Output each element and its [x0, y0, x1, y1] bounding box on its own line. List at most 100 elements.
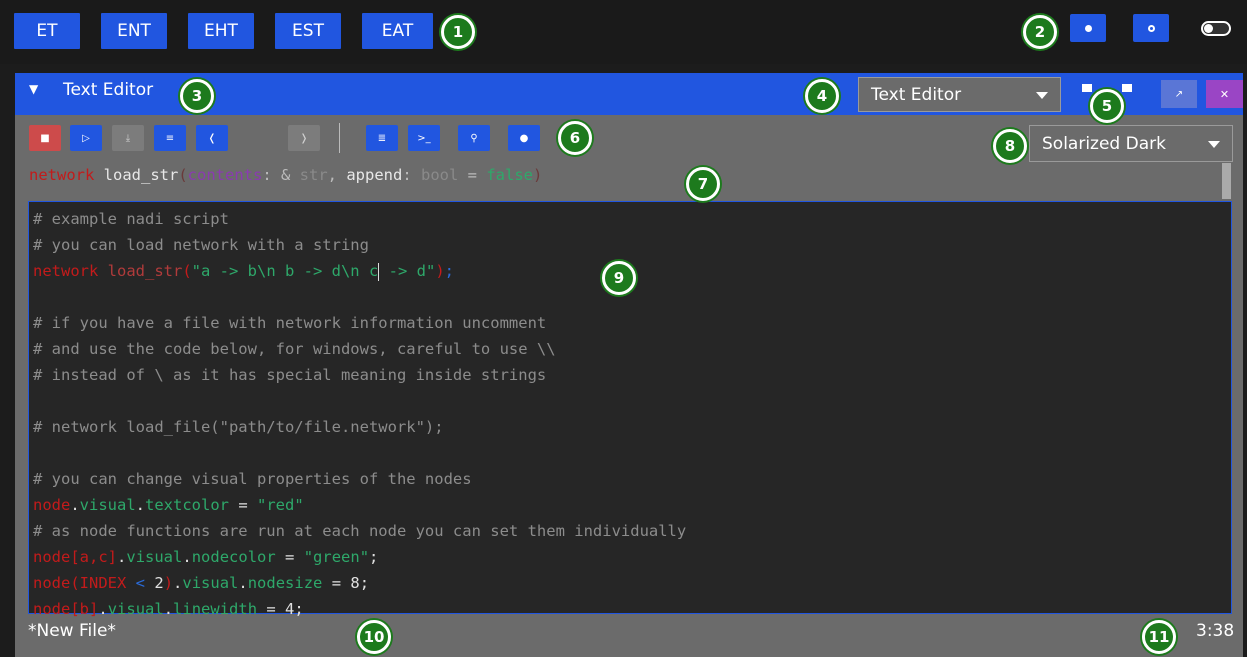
code-editor[interactable]: # example nadi script # you can load net…: [28, 201, 1232, 618]
close-button[interactable]: ✕: [1206, 80, 1243, 108]
tab-ent[interactable]: ENT: [101, 13, 167, 49]
code-token: node: [33, 600, 71, 618]
code-token: .: [238, 574, 248, 592]
code-token: (: [182, 262, 192, 280]
code-line: # example nadi script: [33, 210, 229, 228]
download-button[interactable]: ⤓: [112, 125, 144, 151]
undo-icon: ❬: [207, 132, 217, 144]
panel-type-value: Text Editor: [871, 84, 962, 105]
close-icon: ✕: [1219, 87, 1230, 101]
annotation-marker-6: 6: [558, 121, 592, 155]
code-token: ]: [107, 548, 118, 566]
tab-eat[interactable]: EAT: [362, 13, 433, 49]
code-token: node: [33, 574, 71, 592]
redo-button[interactable]: ❭: [288, 125, 320, 151]
code-token: load_str: [98, 262, 183, 280]
text-editor-panel: ▼ Text Editor Text Editor ↗ ✕ ■ ▷ ⤓ ≡ ❬ …: [15, 73, 1243, 657]
split-left-icon[interactable]: [1082, 84, 1092, 92]
download-icon: ⤓: [125, 132, 131, 144]
top-bar: ET ENT EHT EST EAT: [0, 0, 1247, 64]
code-token: network: [33, 262, 99, 280]
delete-button[interactable]: ■: [29, 125, 61, 151]
annotation-marker-10: 10: [357, 620, 391, 654]
open-icon: ▷: [82, 132, 90, 144]
info-button[interactable]: ●: [508, 125, 540, 151]
toggle-knob: [1204, 24, 1213, 33]
code-token: -> d": [379, 262, 436, 280]
code-line: node[a,c].visual.nodecolor = "green";: [33, 544, 686, 570]
code-token: ;: [359, 574, 370, 592]
maximize-button[interactable]: ↗: [1161, 80, 1197, 108]
panel-title: Text Editor: [63, 80, 154, 100]
tab-eht[interactable]: EHT: [188, 13, 254, 49]
undo-button[interactable]: ❬: [196, 125, 228, 151]
code-token: ): [163, 574, 174, 592]
code-line: node[b].visual.linewidth = 4;: [33, 596, 686, 622]
chevron-down-icon: [1208, 141, 1220, 148]
save-button[interactable]: ≡: [154, 125, 186, 151]
code-token: [: [70, 600, 80, 618]
open-button[interactable]: ▷: [70, 125, 102, 151]
code-line: # network load_file("path/to/file.networ…: [33, 418, 444, 436]
tab-et[interactable]: ET: [14, 13, 80, 49]
code-token: =: [322, 574, 351, 592]
code-token: node: [33, 496, 71, 514]
code-line: # you can change visual properties of th…: [33, 470, 472, 488]
toolbar-divider: [339, 123, 340, 153]
sig-keyword: network: [29, 166, 95, 184]
code-token: ]: [89, 600, 99, 618]
code-line: node.visual.textcolor = "red": [33, 492, 686, 518]
code-token: 8: [350, 574, 360, 592]
code-token: .: [70, 496, 80, 514]
code-token: linewidth: [173, 600, 258, 618]
syntax-theme-select[interactable]: Solarized Dark: [1029, 125, 1233, 162]
signature-scrollbar[interactable]: [1222, 163, 1231, 199]
terminal-icon: >_: [417, 132, 431, 144]
code-token: <: [126, 574, 155, 592]
sig-sep: ,: [327, 166, 347, 184]
annotation-marker-8: 8: [993, 129, 1027, 163]
code-token: "a -> b\n b -> d\n c: [191, 262, 379, 280]
code-line: # instead of \ as it has special meaning…: [33, 366, 547, 384]
sig-sep: :: [402, 166, 421, 184]
split-right-icon[interactable]: [1122, 84, 1132, 92]
code-token: .: [117, 548, 127, 566]
terminal-button[interactable]: >_: [408, 125, 440, 151]
pin-icon[interactable]: ▼: [29, 82, 38, 96]
help-button[interactable]: [1070, 14, 1106, 42]
annotation-marker-2: 2: [1023, 15, 1057, 49]
code-token: (: [70, 574, 80, 592]
code-token: textcolor: [145, 496, 230, 514]
code-token: nodecolor: [191, 548, 276, 566]
code-token: .: [98, 600, 108, 618]
code-token: ;: [444, 262, 454, 280]
delete-icon: ■: [40, 132, 50, 144]
save-icon: ≡: [165, 132, 175, 144]
theme-toggle[interactable]: [1201, 21, 1231, 36]
code-token: 4: [285, 600, 295, 618]
code-token: visual: [182, 574, 239, 592]
annotation-marker-4: 4: [805, 79, 839, 113]
annotation-marker-1: 1: [441, 15, 475, 49]
code-token: "red": [257, 496, 304, 514]
syntax-theme-value: Solarized Dark: [1042, 133, 1166, 154]
panel-type-select[interactable]: Text Editor: [858, 77, 1061, 112]
refresh-button[interactable]: [1133, 14, 1169, 42]
code-token: node: [33, 548, 71, 566]
annotation-marker-5: 5: [1090, 89, 1124, 123]
code-content[interactable]: # example nadi script # you can load net…: [33, 206, 686, 622]
code-line: node(INDEX < 2).visual.nodesize = 8;: [33, 570, 686, 596]
redo-icon: ❭: [299, 132, 309, 144]
code-token: "green": [303, 548, 370, 566]
code-token: .: [135, 496, 146, 514]
sig-paren: (: [178, 166, 188, 184]
sig-name: load_str: [103, 166, 179, 184]
tab-est[interactable]: EST: [275, 13, 341, 49]
run-script-button[interactable]: ≣: [366, 125, 398, 151]
code-token: 2: [154, 574, 164, 592]
code-token: .: [173, 574, 183, 592]
code-token: =: [229, 496, 258, 514]
search-button[interactable]: ⚲: [458, 125, 490, 151]
